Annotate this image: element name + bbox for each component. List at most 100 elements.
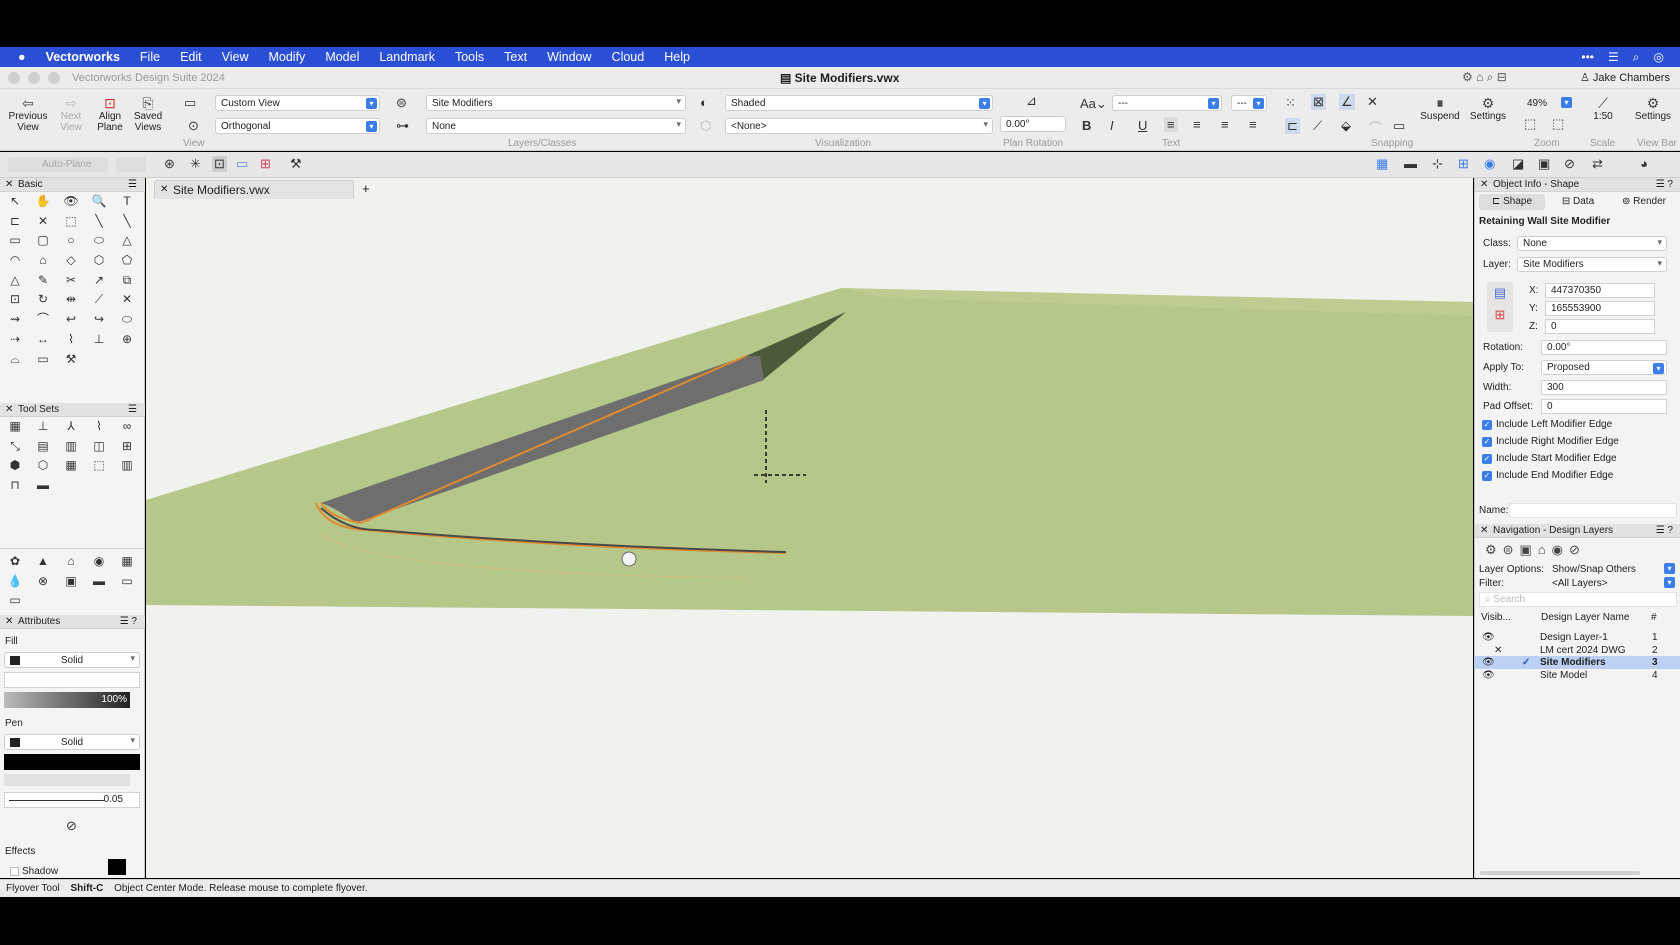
landmark-tool-icon[interactable]: 💧	[1, 572, 29, 592]
basic-tool-icon[interactable]: ⇹	[57, 290, 85, 310]
tool-preferences-icon[interactable]: ⚒	[290, 156, 302, 172]
menu-icon[interactable]: ☰	[128, 178, 137, 192]
basic-tool-icon[interactable]: ↻	[29, 290, 57, 310]
projection-icon[interactable]: ⊙	[188, 118, 199, 134]
minimize-window-icon[interactable]	[28, 71, 40, 84]
landmark-tool-icon[interactable]: ▭	[113, 572, 141, 592]
landmark-tool-icon[interactable]: ✿	[1, 552, 29, 572]
z-field[interactable]: 0	[1545, 319, 1655, 334]
plane-mode-icon[interactable]: ▭	[236, 156, 248, 172]
suspend-snap-button[interactable]: ⏸ Suspend	[1418, 95, 1462, 122]
plane-select[interactable]	[116, 157, 146, 172]
snap-intersection-icon[interactable]: ✕	[1367, 94, 1378, 110]
menu-icon[interactable]: ☰	[128, 403, 137, 417]
font-size-select[interactable]: --- ▾	[1231, 95, 1267, 111]
previous-view-button[interactable]: ⇦ Previous View	[8, 95, 48, 133]
search-icon[interactable]: ⌕	[1633, 50, 1640, 65]
basic-tool-icon[interactable]: ▭	[29, 350, 57, 370]
control-center-icon[interactable]: ☰	[1608, 50, 1619, 65]
menu-icon[interactable]: ☰ ?	[1656, 524, 1673, 538]
basic-tool-icon[interactable]: ✂	[57, 271, 85, 291]
basic-tool-icon[interactable]: ✕	[113, 290, 141, 310]
layer-options-select[interactable]: Show/Snap Others ▾	[1547, 562, 1677, 576]
landmark-tool-icon[interactable]: ▣	[57, 572, 85, 592]
snap-working-plane-icon[interactable]: ▭	[1393, 118, 1405, 134]
toolset-tool-icon[interactable]: ⬢	[1, 456, 29, 476]
close-icon[interactable]: ✕	[5, 178, 13, 192]
menu-cloud[interactable]: Cloud	[602, 50, 655, 64]
basic-tool-icon[interactable]: ⟋	[85, 290, 113, 310]
document-tab[interactable]: ✕ Site Modifiers.vwx	[154, 180, 354, 199]
basic-tool-icon[interactable]: △	[1, 271, 29, 291]
basic-tool-icon[interactable]: ◇	[57, 251, 85, 271]
crosshair-icon[interactable]: ⊹	[1432, 156, 1443, 172]
align-justify-icon[interactable]: ≡	[1249, 117, 1257, 132]
x-field[interactable]: 447370350	[1545, 283, 1655, 298]
snap-object-icon[interactable]: ⊠	[1311, 94, 1326, 110]
basic-tool-icon[interactable]: ◠	[1, 251, 29, 271]
tab-render[interactable]: ⊚ Render	[1611, 194, 1677, 210]
hide-icon[interactable]: ⊘	[1564, 156, 1575, 172]
close-icon[interactable]: ✕	[1480, 524, 1488, 538]
italic-button[interactable]: I	[1110, 118, 1114, 133]
toolset-tool-icon[interactable]: ⬚	[85, 456, 113, 476]
basic-tool-icon[interactable]: ⧉	[113, 271, 141, 291]
render-style-select[interactable]: <None> ▾	[725, 118, 993, 134]
toolset-tool-icon[interactable]: ∞	[113, 417, 141, 437]
landmark-tool-icon[interactable]: ▲	[29, 552, 57, 572]
pen-opacity-slider[interactable]	[4, 774, 130, 786]
snap-smart-point-icon[interactable]: ⊏	[1285, 118, 1300, 134]
image-icon[interactable]: ▣	[1538, 156, 1550, 172]
pen-type-select[interactable]: Solid ▾	[4, 734, 140, 750]
toolset-tool-icon[interactable]: ⊞	[113, 437, 141, 457]
basic-tool-icon[interactable]: ↖	[1, 192, 29, 212]
zoom-window-icon[interactable]	[48, 71, 60, 84]
basic-tool-icon[interactable]: ▭	[1, 231, 29, 251]
view-icon[interactable]: ▭	[184, 95, 196, 111]
align-plane-button[interactable]: ⊡ Align Plane	[92, 95, 128, 133]
basic-tool-icon[interactable]: ⬚	[57, 212, 85, 232]
menu-landmark[interactable]: Landmark	[369, 50, 445, 64]
align-left-icon[interactable]: ≡	[1164, 117, 1178, 132]
include-left-edge-checkbox[interactable]: ✓ Include Left Modifier Edge	[1482, 419, 1612, 430]
basic-tool-icon[interactable]: ⊕	[113, 330, 141, 350]
layer-row[interactable]: 👁 Design Layer-1 1	[1474, 631, 1680, 644]
basic-tool-icon[interactable]: ↪	[85, 310, 113, 330]
eye-icon[interactable]: 👁	[1482, 631, 1495, 644]
toolset-tool-icon[interactable]: ⌇	[85, 417, 113, 437]
siri-icon[interactable]: ◎	[1654, 50, 1664, 65]
y-field[interactable]: 165553900	[1545, 301, 1655, 316]
close-window-icon[interactable]	[8, 71, 20, 84]
toolset-tool-icon[interactable]: ⊓	[1, 476, 29, 496]
basic-tool-icon[interactable]: ⊏	[1, 212, 29, 232]
apply-to-select[interactable]: Proposed ▾	[1541, 360, 1667, 375]
object-center-mode-icon[interactable]: ⊡	[212, 156, 227, 172]
visibility-icon[interactable]: ◉	[1484, 156, 1495, 172]
basic-tool-icon[interactable]: ↩	[57, 310, 85, 330]
menu-tools[interactable]: Tools	[445, 50, 494, 64]
grid-mode-icon[interactable]: ⊞	[260, 156, 271, 172]
landmark-tool-icon[interactable]: ⊗	[29, 572, 57, 592]
rotation-field[interactable]: 0.00°	[1541, 340, 1667, 355]
basic-tool-icon[interactable]: ⇝	[1, 310, 29, 330]
landmark-tool-icon[interactable]: ⌂	[57, 552, 85, 572]
scale-button[interactable]: ⟋ 1:50	[1588, 95, 1618, 122]
drawing-canvas[interactable]	[146, 178, 1473, 878]
viewbar-settings-button[interactable]: ⚙ Settings	[1631, 95, 1675, 122]
class-field[interactable]: None ▾	[1517, 236, 1667, 251]
horizontal-scrollbar[interactable]	[1480, 871, 1640, 875]
toolset-tool-icon[interactable]: ▬	[29, 476, 57, 496]
next-view-button[interactable]: ⇨ Next View	[52, 95, 90, 133]
zoom-select[interactable]: 49% ▾	[1522, 95, 1574, 111]
layer-row-active[interactable]: 👁 ✓ Site Modifiers 3	[1474, 656, 1680, 669]
menu-view[interactable]: View	[212, 50, 259, 64]
width-field[interactable]: 300	[1541, 380, 1667, 395]
landmark-tool-icon[interactable]: ▦	[113, 552, 141, 572]
position-box-icon[interactable]: ▤ ⊞	[1487, 282, 1513, 332]
auto-plane-toggle[interactable]: Auto-Plane	[8, 157, 108, 172]
landmark-tool-icon[interactable]: ◉	[85, 552, 113, 572]
basic-tool-icon[interactable]: ⬭	[113, 310, 141, 330]
close-icon[interactable]: ✕	[5, 403, 13, 417]
classes-icon[interactable]: ⊶	[396, 118, 409, 134]
layers-icon[interactable]: ⊜	[396, 95, 407, 111]
